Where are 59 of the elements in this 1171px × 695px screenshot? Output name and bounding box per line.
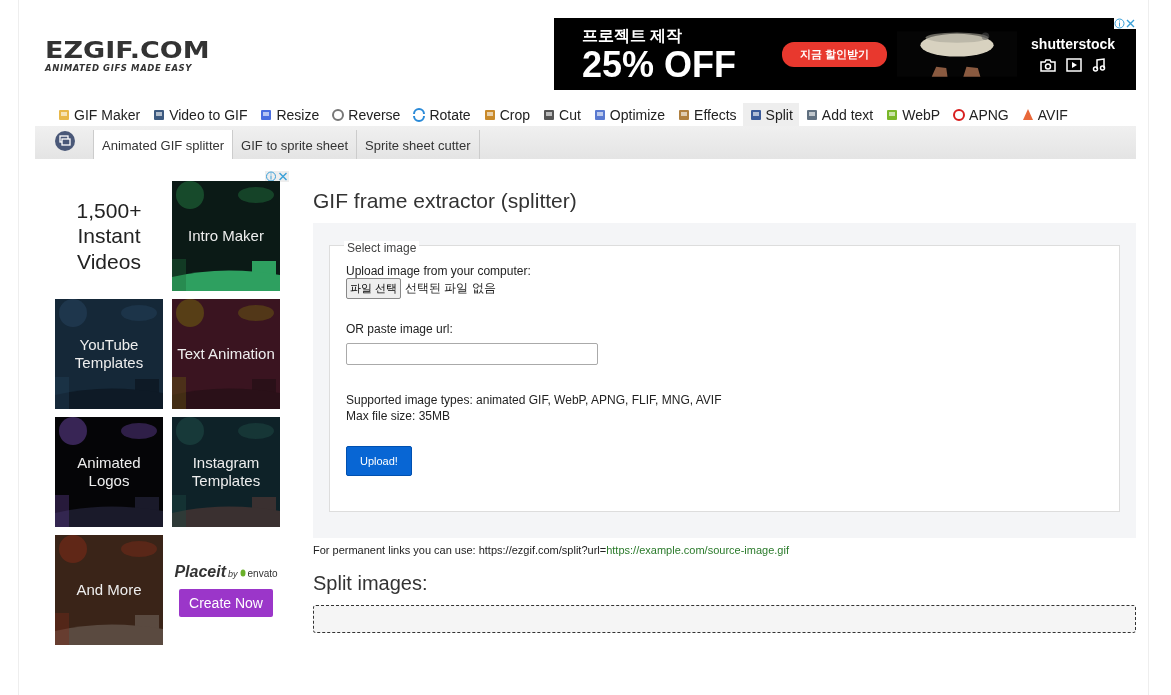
subnav-tab[interactable]: Sprite sheet cutter — [357, 130, 480, 159]
url-field[interactable] — [346, 343, 598, 365]
nav-tab[interactable]: Video to GIF — [146, 103, 254, 126]
ad-tile-label: YouTube Templates — [73, 336, 145, 372]
ad-banner[interactable]: 프로젝트 제작 25% OFF 지금 할인받기 shutterstock — [554, 18, 1136, 90]
subnav-tab[interactable]: GIF to sprite sheet — [233, 130, 358, 159]
create-now-button[interactable]: Create Now — [179, 589, 273, 617]
ad-brand-by: by — [228, 569, 238, 579]
ad-tile-label: Text Animation — [177, 345, 275, 363]
nav-tab[interactable]: Cut — [536, 103, 587, 126]
nav-tab[interactable]: Add text — [798, 103, 880, 126]
nav-tab[interactable]: Rotate — [406, 103, 477, 126]
ad-tile-label: And More — [76, 581, 142, 599]
ad-offer: 25% OFF — [582, 46, 738, 83]
nav-tab[interactable]: GIF Maker — [51, 103, 147, 126]
ad-tile-label: Animated Logos — [76, 454, 142, 490]
ring-icon — [952, 108, 967, 122]
section-title: Split images: — [313, 572, 429, 595]
info-icon[interactable] — [265, 171, 277, 182]
leaf-icon — [239, 569, 246, 577]
upload-label: Upload image from your computer: — [346, 264, 532, 278]
ad-tile-label: Intro Maker — [188, 227, 264, 245]
permalink-text: For permanent links you can use: https://ezgif.com/split?url=https://example.com/source-image.gif — [313, 544, 790, 556]
logo-tagline: ANIMATED GIFS MADE EASY — [45, 63, 194, 73]
close-icon[interactable] — [277, 171, 289, 182]
supported-types: Supported image types: animated GIF, WebP, APNG, FLIF, MNG, AVIF — [346, 393, 723, 407]
fieldset-legend: Select image — [344, 241, 420, 255]
max-file-size: Max file size: 35MB — [346, 409, 452, 423]
url-label: OR paste image url: — [346, 322, 454, 336]
file-status: 선택된 파일 없음 — [405, 280, 496, 297]
nav-tab[interactable]: Optimize — [586, 103, 672, 126]
close-icon[interactable] — [1125, 18, 1136, 29]
windows-icon[interactable] — [55, 131, 75, 151]
nav-tab[interactable]: Reverse — [325, 103, 407, 126]
nav-tab[interactable]: APNG — [946, 103, 1015, 126]
logo-title[interactable]: EZGIF.COM — [45, 38, 210, 61]
ad-brand: Placeit — [174, 563, 226, 581]
upload-button[interactable]: Upload! — [346, 446, 412, 476]
ad-cta-button[interactable]: 지금 할인받기 — [782, 41, 888, 67]
ad-headline: 프로젝트 제작 — [582, 25, 684, 46]
file-choose-button[interactable]: 파일 선택 — [346, 278, 402, 299]
nav-tab[interactable]: AVIF — [1014, 103, 1074, 126]
ad-brand: shutterstock — [1031, 36, 1116, 52]
page-title: GIF frame extractor (splitter) — [313, 189, 578, 213]
square-icon — [885, 108, 900, 122]
nav-tab[interactable]: Split — [742, 103, 799, 126]
ad-tagline: 1,500+ Instant Videos — [75, 198, 143, 274]
rotate-icon — [412, 108, 427, 122]
nav-tab[interactable]: Effects — [671, 103, 743, 126]
nav-tab[interactable]: Crop — [476, 103, 536, 126]
music-icon — [1092, 58, 1107, 72]
play-icon — [1066, 58, 1083, 72]
ad-brand-org: envato — [247, 568, 278, 579]
nav-tab[interactable]: WebP — [879, 103, 947, 126]
nav-tab[interactable]: Resize — [253, 103, 326, 126]
permalink-link[interactable]: https://example.com/source-image.gif — [606, 544, 789, 556]
camera-icon — [1040, 58, 1057, 72]
subnav-tab[interactable]: Animated GIF splitter — [93, 130, 234, 159]
ad-tile-label: Instagram Templates — [190, 454, 262, 490]
